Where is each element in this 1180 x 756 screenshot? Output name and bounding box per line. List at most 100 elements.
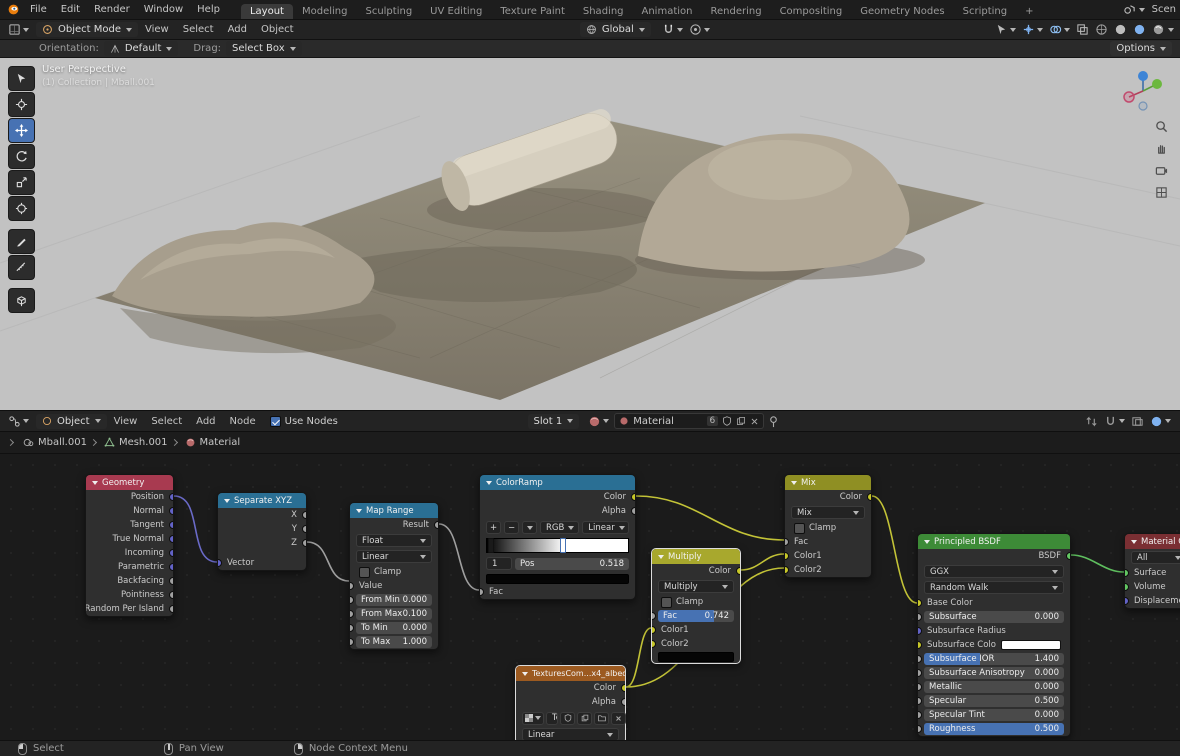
color-ramp-gradient[interactable] <box>486 538 629 553</box>
menu-object[interactable]: Object <box>254 24 301 35</box>
ramp-options-button[interactable] <box>522 521 537 534</box>
snap-toggle[interactable] <box>659 22 686 38</box>
from-max-slider[interactable]: From Max0.100 <box>356 608 432 620</box>
tab-compositing[interactable]: Compositing <box>771 4 852 19</box>
color-mode-dropdown[interactable]: RGB <box>540 521 579 534</box>
viewport-3d[interactable]: User Perspective (1) Collection | Mball.… <box>0 58 1180 410</box>
tool-rotate[interactable] <box>8 144 35 169</box>
node-socket[interactable] <box>918 655 922 663</box>
node-socket[interactable] <box>169 605 173 613</box>
node-socket[interactable] <box>621 684 625 692</box>
metallic-slider[interactable]: Metallic0.000 <box>924 681 1064 693</box>
mode-dropdown[interactable]: Object Mode <box>36 22 138 37</box>
unlink-x-icon[interactable] <box>750 417 759 426</box>
tool-select-box[interactable] <box>8 66 35 91</box>
overlays-toggle[interactable] <box>1046 22 1073 38</box>
to-max-slider[interactable]: To Max1.000 <box>356 636 432 648</box>
node-socket[interactable] <box>169 521 173 529</box>
menu-render[interactable]: Render <box>87 4 137 15</box>
subsurface-anisotropy-slider[interactable]: Subsurface Anisotropy0.000 <box>924 667 1064 679</box>
node-socket[interactable] <box>631 507 635 515</box>
data-type-dropdown[interactable]: Float <box>356 534 432 547</box>
menu-file[interactable]: File <box>23 4 54 15</box>
node-socket[interactable] <box>652 626 656 634</box>
tab-layout[interactable]: Layout <box>241 4 293 19</box>
roughness-slider[interactable]: Roughness0.500 <box>924 723 1064 735</box>
menu-select[interactable]: Select <box>176 24 221 35</box>
zoom-icon[interactable] <box>1155 120 1168 133</box>
node-socket[interactable] <box>169 591 173 599</box>
node-socket[interactable] <box>918 641 922 649</box>
output-target-dropdown[interactable]: All <box>1131 551 1180 564</box>
material-user-count[interactable]: 6 <box>707 416 719 426</box>
menu-view[interactable]: View <box>107 416 145 427</box>
node-socket[interactable] <box>350 624 354 632</box>
slot-dropdown[interactable]: Slot 1 <box>528 414 580 429</box>
tab-modeling[interactable]: Modeling <box>293 4 357 19</box>
stop-position-slider[interactable]: Pos0.518 <box>515 558 629 570</box>
node-geometry[interactable]: Geometry Position Normal Tangent True No… <box>85 474 174 617</box>
editor-type-button[interactable] <box>5 413 32 429</box>
node-socket[interactable] <box>785 566 789 574</box>
orientation-setting-dropdown[interactable]: Default <box>104 41 179 56</box>
node-socket[interactable] <box>169 563 173 571</box>
gizmos-toggle[interactable] <box>1019 22 1046 38</box>
editor-type-button[interactable] <box>5 22 32 38</box>
use-nodes-checkbox[interactable]: Use Nodes <box>267 413 341 429</box>
shading-solid[interactable] <box>1111 22 1130 38</box>
pin-icon[interactable] <box>764 413 783 429</box>
options-dropdown[interactable]: Options <box>1110 41 1172 56</box>
menu-add[interactable]: Add <box>221 24 254 35</box>
stop-color-swatch[interactable] <box>486 574 629 584</box>
xray-toggle[interactable] <box>1073 22 1092 38</box>
node-socket[interactable] <box>1125 597 1129 605</box>
node-socket[interactable] <box>918 669 922 677</box>
tab-texture-paint[interactable]: Texture Paint <box>491 4 574 19</box>
node-socket[interactable] <box>169 549 173 557</box>
menu-window[interactable]: Window <box>137 4 190 15</box>
open-image-button[interactable] <box>594 712 609 725</box>
ramp-stop-active[interactable] <box>560 538 566 553</box>
node-socket[interactable] <box>867 493 871 501</box>
chevron-right-icon[interactable] <box>7 439 14 446</box>
fac-slider[interactable]: Fac0.742 <box>658 610 734 622</box>
parent-arrows-icon[interactable] <box>1082 413 1101 429</box>
tool-annotate[interactable] <box>8 229 35 254</box>
browse-material-button[interactable] <box>585 413 612 429</box>
node-socket[interactable] <box>918 627 922 635</box>
node-principled-bsdf[interactable]: Principled BSDF BSDF GGX Random Walk Bas… <box>917 533 1071 737</box>
tool-move[interactable] <box>8 118 35 143</box>
drag-setting-dropdown[interactable]: Select Box <box>226 41 302 56</box>
node-image-texture[interactable]: TexturesCom...x4_albedo.jpg Color Alpha … <box>515 665 626 740</box>
tool-transform[interactable] <box>8 196 35 221</box>
node-socket[interactable] <box>169 577 173 585</box>
node-socket[interactable] <box>169 535 173 543</box>
material-name[interactable]: Material <box>633 416 702 427</box>
clamp-checkbox[interactable] <box>794 523 805 534</box>
pan-hand-icon[interactable] <box>1155 142 1168 155</box>
add-stop-button[interactable]: + <box>486 521 501 534</box>
node-socket[interactable] <box>302 539 306 547</box>
node-socket[interactable] <box>169 493 173 501</box>
subsurface-color-swatch[interactable] <box>1001 640 1061 650</box>
subsurface-ior-slider[interactable]: Subsurface IOR1.400 <box>924 653 1064 665</box>
from-min-slider[interactable]: From Min0.000 <box>356 594 432 606</box>
node-socket[interactable] <box>350 582 354 590</box>
menu-add[interactable]: Add <box>189 416 222 427</box>
node-socket[interactable] <box>1125 569 1129 577</box>
node-socket[interactable] <box>918 725 922 733</box>
breadcrumb-mesh[interactable]: Mesh.001 <box>115 437 172 448</box>
browse-image-button[interactable] <box>522 712 544 725</box>
node-socket[interactable] <box>350 610 354 618</box>
fake-user-shield-icon[interactable] <box>722 416 732 426</box>
remove-stop-button[interactable]: − <box>504 521 519 534</box>
material-name-field[interactable]: Material 6 <box>614 413 764 429</box>
node-socket[interactable] <box>918 697 922 705</box>
node-socket[interactable] <box>652 640 656 648</box>
to-min-slider[interactable]: To Min0.000 <box>356 622 432 634</box>
clamp-checkbox[interactable] <box>359 567 370 578</box>
breadcrumb-object[interactable]: Mball.001 <box>34 437 91 448</box>
backdrop-toggle-icon[interactable] <box>1147 413 1174 429</box>
tab-animation[interactable]: Animation <box>633 4 702 19</box>
node-multiply[interactable]: Multiply Color Multiply Clamp Fac0.742 C… <box>651 548 741 664</box>
